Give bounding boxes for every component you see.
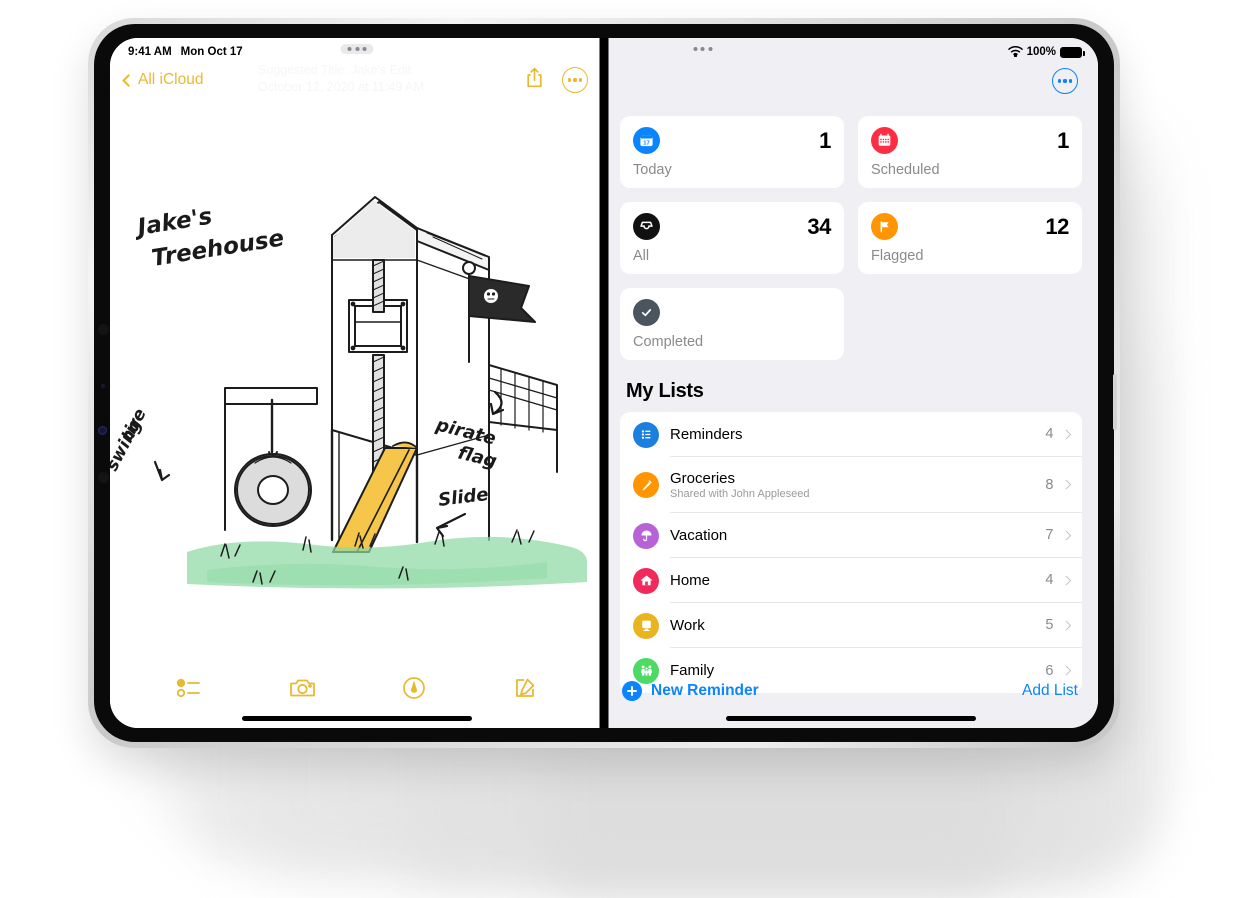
suggested-title-ghost: Suggested Title: Jake's Edit October 12,… — [258, 62, 424, 96]
reminders-more-button[interactable] — [1052, 68, 1078, 94]
new-reminder-label: New Reminder — [651, 682, 759, 699]
list-item-work[interactable]: Work 5 — [620, 603, 1082, 648]
camera-icon[interactable] — [289, 677, 316, 704]
list-item-reminders[interactable]: Reminders 4 — [620, 412, 1082, 457]
battery-percent: 100% — [1026, 46, 1056, 58]
add-list-button[interactable]: Add List — [1022, 682, 1078, 700]
treehouse-sketch: Jake's Treehouse tire swing pirate flag … — [110, 196, 587, 589]
multitasking-dots-button-right[interactable] — [686, 44, 719, 54]
smart-list-label: Scheduled — [871, 162, 940, 178]
smart-list-card-flagged[interactable]: 12 Flagged — [858, 202, 1082, 274]
list-item-name: Reminders — [670, 425, 743, 443]
smart-list-card-all[interactable]: 34 All — [620, 202, 844, 274]
list-item-count: 8 — [1045, 476, 1054, 493]
markup-pen-icon[interactable] — [402, 676, 426, 705]
smart-list-card-scheduled[interactable]: 1 Scheduled — [858, 116, 1082, 188]
back-label: All iCloud — [138, 71, 204, 88]
plus-circle-icon — [622, 681, 642, 701]
list-item-name: Work — [670, 616, 705, 634]
multitasking-dots-button[interactable] — [340, 44, 374, 54]
smart-list-label: Completed — [633, 334, 704, 350]
umbrella-icon — [633, 522, 659, 549]
list-item-groceries[interactable]: Groceries Shared with John Appleseed 8 — [620, 457, 1082, 513]
smart-list-label: Today — [633, 162, 672, 178]
front-camera-icon — [98, 324, 109, 335]
ipad-device: 9:41 AM Mon Oct 17 All iCloud Suggested … — [88, 18, 1120, 748]
list-item-home[interactable]: Home 4 — [620, 558, 1082, 603]
chevron-left-icon — [122, 73, 135, 87]
microphone-icon — [98, 472, 109, 483]
annotation-tire-swing-2: swing — [110, 416, 146, 475]
ambient-sensor-icon — [101, 384, 105, 388]
svg-text:17: 17 — [643, 140, 649, 146]
my-lists-heading: My Lists — [626, 380, 704, 402]
chevron-right-icon — [1061, 620, 1071, 630]
list-item-vacation[interactable]: Vacation 7 — [620, 513, 1082, 558]
smart-list-count: 12 — [1045, 213, 1069, 239]
chevron-right-icon — [1061, 575, 1071, 585]
volume-button[interactable] — [1113, 374, 1117, 430]
smart-list-card-completed[interactable]: Completed — [620, 288, 844, 360]
battery-icon — [1060, 46, 1085, 58]
home-indicator-left[interactable] — [242, 716, 472, 721]
smart-list-card-today[interactable]: 17 1 Today — [620, 116, 844, 188]
list-item-count: 5 — [1045, 617, 1054, 633]
annotation-title: Jake's — [132, 204, 214, 242]
flag-icon — [871, 213, 898, 240]
smart-list-count: 34 — [807, 213, 831, 239]
ghost-line-2: October 12, 2020 at 11:49 AM — [258, 80, 424, 94]
smart-list-label: Flagged — [871, 248, 924, 264]
grass-layer — [187, 529, 587, 589]
reminders-nav-bar — [604, 60, 1098, 116]
notes-more-button[interactable] — [562, 67, 588, 93]
split-view-divider[interactable] — [599, 38, 609, 728]
list-item-name: Vacation — [670, 526, 728, 544]
carrot-icon — [633, 472, 659, 498]
monitor-icon — [633, 612, 659, 639]
smart-lists-grid: 17 1 Today 1 Scheduled 34 All 12 Flagged… — [604, 116, 1098, 360]
chevron-right-icon — [1061, 429, 1071, 439]
share-icon[interactable] — [525, 67, 544, 94]
note-drawing-canvas[interactable]: Jake's Treehouse tire swing pirate flag … — [110, 100, 604, 645]
list-item-name: Groceries — [670, 469, 736, 487]
inbox-tray-icon — [633, 213, 660, 240]
smart-list-count: 1 — [1057, 127, 1069, 153]
notes-status-bar: 9:41 AM Mon Oct 17 — [110, 38, 604, 60]
status-date: Mon Oct 17 — [180, 46, 243, 58]
reminders-app-pane: 100% 17 1 Today 1 Scheduled 34 All 12 Fl… — [604, 38, 1098, 728]
reminders-status-bar: 100% — [604, 38, 1098, 60]
smart-list-label: All — [633, 248, 650, 264]
calendar-grid-icon — [871, 127, 898, 154]
list-item-count: 4 — [1045, 572, 1054, 588]
list-item-count: 4 — [1045, 426, 1054, 442]
new-reminder-button[interactable]: New Reminder — [622, 681, 759, 701]
checklist-icon[interactable] — [177, 677, 202, 704]
bulleted-list-icon — [633, 421, 659, 448]
ghost-line-1: Suggested Title: Jake's Edit — [258, 63, 412, 77]
compose-icon[interactable] — [513, 676, 537, 705]
chevron-right-icon — [1061, 530, 1071, 540]
my-lists-card: Reminders 4 Groceries Shared with John A… — [620, 412, 1082, 693]
wifi-icon — [1007, 45, 1023, 60]
screen: 9:41 AM Mon Oct 17 All iCloud Suggested … — [110, 38, 1098, 728]
notes-nav-bar: All iCloud Suggested Title: Jake's Edit … — [110, 60, 604, 100]
smart-list-count: 1 — [819, 127, 831, 153]
back-to-all-icloud-button[interactable]: All iCloud — [122, 71, 204, 89]
checkmark-icon — [633, 299, 660, 326]
list-item-name: Home — [670, 571, 711, 589]
list-item-count: 7 — [1045, 527, 1054, 543]
notes-app-pane: 9:41 AM Mon Oct 17 All iCloud Suggested … — [110, 38, 604, 728]
calendar-17-icon: 17 — [633, 127, 660, 154]
indicator-led-icon — [98, 426, 107, 435]
device-bezel: 9:41 AM Mon Oct 17 All iCloud Suggested … — [94, 24, 1117, 742]
chevron-right-icon — [1061, 479, 1071, 490]
home-indicator-right[interactable] — [726, 716, 976, 721]
annotation-slide: Slide — [437, 484, 490, 511]
house-icon — [633, 567, 659, 594]
list-item-shared-with: Shared with John Appleseed — [670, 487, 810, 500]
status-time: 9:41 AM — [128, 46, 172, 58]
